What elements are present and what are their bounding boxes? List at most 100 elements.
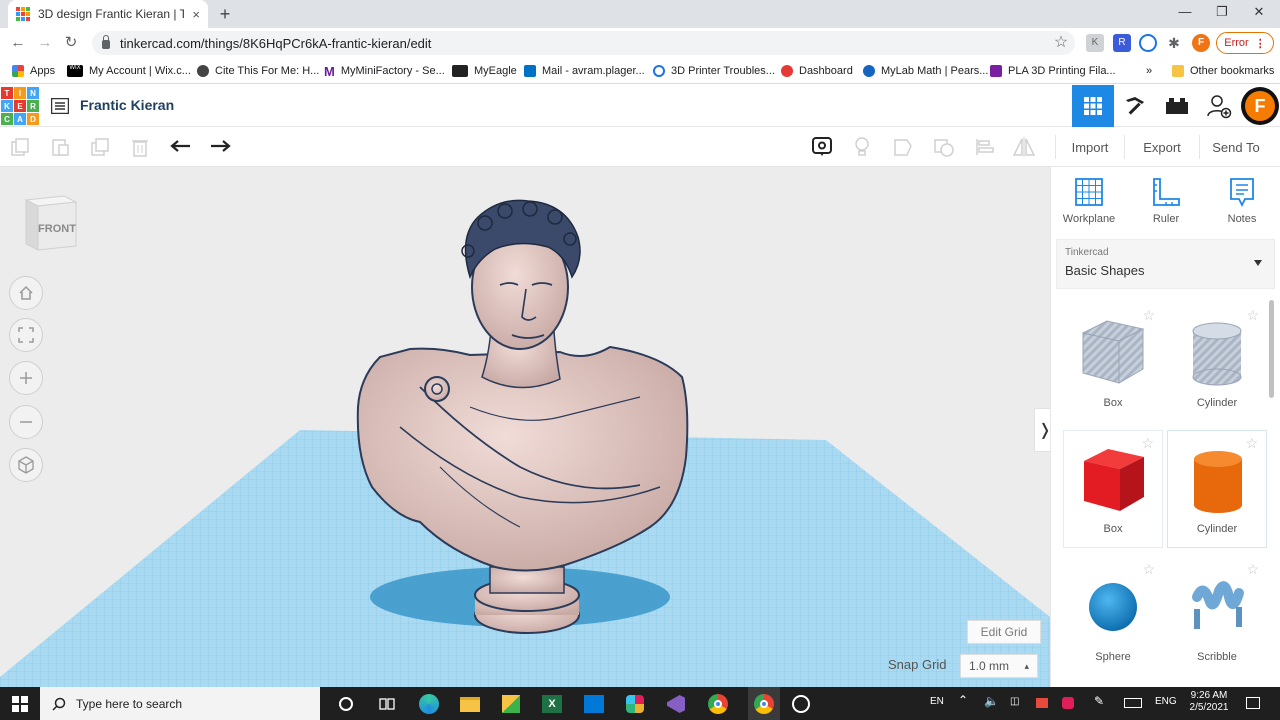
slack-icon[interactable] <box>623 692 647 716</box>
ruler-tool[interactable]: Ruler <box>1136 177 1196 225</box>
shape-cylinder-hole[interactable]: ☆ Cylinder <box>1167 303 1267 421</box>
bookmark-apps[interactable]: Apps <box>12 62 55 80</box>
bookmark-mylab[interactable]: MyLab Math | Pears... <box>863 62 988 80</box>
shape-scribble[interactable]: ☆ Scribble <box>1167 557 1267 675</box>
notes-toggle-icon[interactable] <box>810 135 834 159</box>
chrome-active-icon[interactable] <box>748 687 780 720</box>
favorite-star-icon[interactable]: ☆ <box>1142 561 1155 578</box>
taskbar-search[interactable]: Type here to search <box>40 687 320 720</box>
notes-tool[interactable]: Notes <box>1212 177 1272 225</box>
new-tab-button[interactable]: + <box>214 4 236 24</box>
shape-box-hole[interactable]: ☆ Box <box>1063 303 1163 421</box>
copy-icon[interactable] <box>8 135 32 159</box>
align-icon[interactable] <box>973 135 997 159</box>
chrome-icon[interactable] <box>706 692 730 716</box>
edge-icon[interactable] <box>417 692 441 716</box>
zoom-in-button[interactable] <box>9 361 43 395</box>
reload-icon[interactable]: ↻ <box>60 33 82 53</box>
bookmark-pla[interactable]: PLA 3D Printing Fila... <box>990 62 1116 80</box>
tray-chevron-icon[interactable]: ⌃ <box>958 693 968 707</box>
redo-icon[interactable] <box>208 135 232 159</box>
send-to-button[interactable]: Send To <box>1200 135 1272 159</box>
project-title[interactable]: Frantic Kieran <box>80 97 174 113</box>
back-icon[interactable]: ← <box>7 33 29 53</box>
clock[interactable]: 9:26 AM 2/5/2021 <box>1186 690 1232 714</box>
import-button[interactable]: Import <box>1055 135 1125 159</box>
group-icon[interactable] <box>891 135 915 159</box>
mirror-icon[interactable] <box>1012 135 1036 159</box>
file-explorer-icon[interactable] <box>458 692 482 716</box>
battery-icon[interactable] <box>1036 698 1048 708</box>
keyboard-icon[interactable] <box>1124 698 1142 708</box>
pen-icon[interactable]: ✎ <box>1094 694 1104 708</box>
delete-icon[interactable] <box>128 135 152 159</box>
lightbulb-icon[interactable] <box>850 135 874 159</box>
lego-brick-icon[interactable] <box>1156 85 1198 127</box>
volume-icon[interactable]: 🔈 <box>984 694 999 708</box>
forward-icon[interactable]: → <box>34 33 56 53</box>
favorite-star-icon[interactable]: ☆ <box>1245 435 1258 452</box>
shape-box[interactable]: ☆ Box <box>1063 430 1163 548</box>
bookmark-wix[interactable]: WIX My Account | Wix.c... <box>67 62 191 80</box>
sticky-app-icon[interactable] <box>499 692 523 716</box>
windows-start-icon[interactable] <box>8 692 32 716</box>
favorite-star-icon[interactable]: ☆ <box>1246 561 1259 578</box>
address-bar[interactable]: tinkercad.com/things/8K6HqPCr6kA-frantic… <box>92 31 1075 55</box>
view-cube[interactable]: FRONT <box>24 192 78 252</box>
maximize-button[interactable]: ❐ <box>1207 4 1237 22</box>
undo-icon[interactable] <box>169 135 193 159</box>
workplane-scene[interactable] <box>0 167 1050 687</box>
bookmark-myeagle[interactable]: MyEagle <box>452 62 517 80</box>
visual-studio-icon[interactable] <box>664 692 688 716</box>
shapes-panel-scrollbar[interactable] <box>1269 300 1274 398</box>
3d-workspace[interactable]: FRONT Edit Grid Snap Grid 1.0 mm ▴ <box>0 167 1050 687</box>
snap-grid-select[interactable]: 1.0 mm ▴ <box>960 654 1038 678</box>
add-user-icon[interactable] <box>1198 85 1240 127</box>
extension-chat-icon[interactable] <box>1139 34 1157 52</box>
favorite-star-icon[interactable]: ☆ <box>1246 307 1259 324</box>
tinkercad-logo[interactable]: TIN KER CAD <box>1 87 39 125</box>
workplane-tool[interactable]: Workplane <box>1059 177 1119 225</box>
cortana-icon[interactable] <box>334 692 358 716</box>
obs-icon[interactable] <box>789 692 813 716</box>
home-view-button[interactable] <box>9 276 43 310</box>
bookmark-star-icon[interactable]: ☆ <box>1050 33 1072 53</box>
tray-app-icon[interactable] <box>1062 697 1074 709</box>
other-bookmarks[interactable]: Other bookmarks <box>1172 62 1274 80</box>
paste-icon[interactable] <box>48 135 72 159</box>
language-short[interactable]: EN <box>930 696 944 707</box>
browser-tab[interactable]: 3D design Frantic Kieran | Tinkerc × <box>8 0 208 28</box>
minecraft-pickaxe-icon[interactable] <box>1114 85 1156 127</box>
export-button[interactable]: Export <box>1125 135 1200 159</box>
ungroup-icon[interactable] <box>932 135 956 159</box>
close-window-button[interactable]: ✕ <box>1244 4 1274 22</box>
store-icon[interactable] <box>582 692 606 716</box>
shape-cylinder[interactable]: ☆ Cylinder <box>1167 430 1267 548</box>
language-indicator[interactable]: ENG <box>1155 696 1177 707</box>
bookmarks-overflow-button[interactable]: » <box>1146 62 1152 80</box>
user-avatar[interactable]: F <box>1239 85 1280 127</box>
tab-close-button[interactable]: × <box>192 7 200 22</box>
excel-icon[interactable]: X <box>540 692 564 716</box>
notifications-icon[interactable] <box>1246 697 1260 709</box>
duplicate-icon[interactable] <box>88 135 112 159</box>
shape-library-select[interactable]: Tinkercad Basic Shapes <box>1056 239 1275 289</box>
bookmark-cite[interactable]: Cite This For Me: H... <box>197 62 319 80</box>
favorite-star-icon[interactable]: ☆ <box>1142 307 1155 324</box>
favorite-star-icon[interactable]: ☆ <box>1141 435 1154 452</box>
bookmark-myminifactory[interactable]: M MyMiniFactory - Se... <box>324 62 445 80</box>
3d-design-view-icon[interactable] <box>1072 85 1114 127</box>
shape-sphere[interactable]: ☆ Sphere <box>1063 557 1163 675</box>
perspective-toggle-button[interactable] <box>9 448 43 482</box>
minimize-button[interactable]: — <box>1170 4 1200 22</box>
task-view-icon[interactable] <box>375 692 399 716</box>
profile-avatar[interactable]: F <box>1192 34 1210 52</box>
design-list-icon[interactable] <box>39 85 81 127</box>
error-menu-button[interactable]: Error ⋮ <box>1216 32 1274 54</box>
extension-r-icon[interactable]: R <box>1113 34 1131 52</box>
extensions-puzzle-icon[interactable]: ✱ <box>1165 34 1183 52</box>
bookmark-3d-printer[interactable]: 3D Printer Troubles... <box>653 62 775 80</box>
bookmark-dashboard[interactable]: Dashboard <box>781 62 853 80</box>
network-icon[interactable]: ◫ <box>1010 696 1019 707</box>
bookmark-mail[interactable]: Mail - avram.plager... <box>524 62 645 80</box>
